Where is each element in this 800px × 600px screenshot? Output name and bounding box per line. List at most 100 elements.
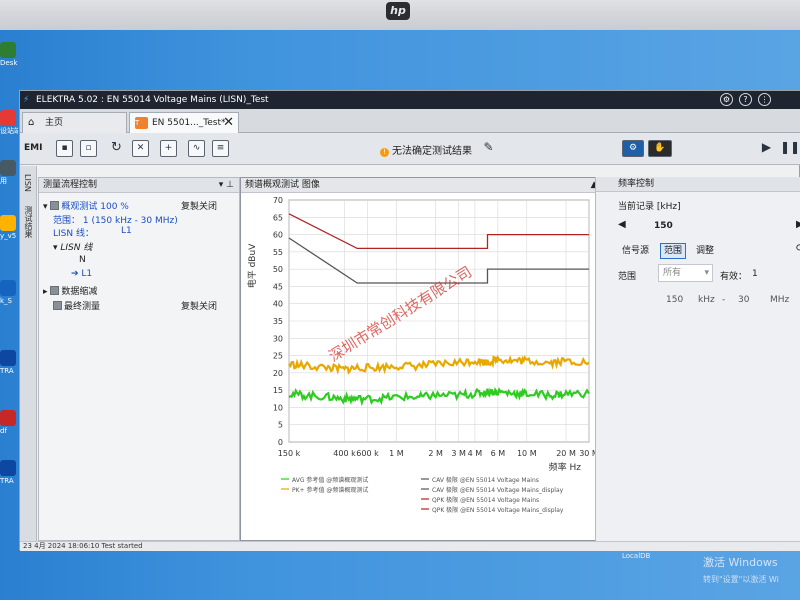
add-measure-icon[interactable]: + (160, 140, 177, 157)
freq-header: 频率控制 (596, 177, 800, 192)
prev-arrow-icon[interactable]: ◀ (618, 219, 626, 230)
desktop-icon-2[interactable]: 设站端 (0, 110, 18, 135)
flow-control-panel: 测量流程控制 ▾ ⊥ ▾ 概观测试 100 % 复製关闭 范围： 1 (150 … (38, 177, 240, 541)
start-unit: kHz (698, 295, 715, 305)
legend-entry: QPK 极限 @EN 55014 Voltage Mains (432, 496, 539, 504)
start-freq[interactable]: 150 (666, 295, 683, 305)
test-file-icon: T (135, 117, 148, 129)
desktop-icon-6[interactable]: TRA (0, 350, 18, 375)
dropdown-icon: ▾ (704, 268, 709, 278)
report-icon[interactable]: ≡ (212, 140, 229, 157)
title-bar: ⚡ ELEKTRA 5.02 : EN 55014 Voltage Mains … (20, 91, 800, 109)
checkbox-icon[interactable] (53, 301, 62, 310)
x-tick-label: 150 k (278, 449, 301, 458)
freq-control-panel: 频率控制 当前记录 [kHz] ◀ 150 ▶ 信号源 范围 调整 ⟳ 范围 所… (595, 177, 800, 541)
desktop-icon-5[interactable]: k_S (0, 280, 18, 305)
y-tick-label: 60 (273, 231, 283, 240)
desktop-icon-8[interactable]: TRA (0, 460, 18, 485)
overview-item[interactable]: ▾ 概观测试 100 % (43, 199, 129, 212)
app-icon (0, 215, 16, 231)
clear-icon[interactable]: ✕ (132, 140, 149, 157)
run-mode-icon[interactable]: ⚙ (622, 140, 644, 157)
tab-home[interactable]: ⌂ 主页 (22, 112, 127, 133)
more-icon[interactable]: ⋮ (758, 93, 771, 106)
side-tab-lisn[interactable]: LISN (23, 174, 32, 192)
app-window: ⚡ ELEKTRA 5.02 : EN 55014 Voltage Mains … (19, 90, 800, 551)
play-icon[interactable]: ▶ (758, 140, 775, 157)
y-tick-label: 55 (273, 248, 283, 257)
data-reduction-item[interactable]: ▸ 数据缩减 (43, 284, 97, 297)
x-tick-label: 10 M (517, 449, 537, 458)
final-action[interactable]: 复製关闭 (181, 299, 217, 312)
y-axis-label: 电平 dBuV (246, 243, 258, 288)
graph-icon[interactable]: ∿ (188, 140, 205, 157)
checkbox-icon[interactable] (50, 201, 60, 210)
y-tick-label: 35 (273, 317, 283, 326)
stop-unit: MHz (770, 295, 790, 305)
x-tick-label: 1 M (389, 449, 404, 458)
hand-mode-icon[interactable]: ✋ (648, 140, 672, 157)
app-icon (0, 42, 16, 58)
legend-entry: AVG 参考值 @频谱概观测试 (292, 476, 368, 484)
lisn-line-label: LISN 线： (53, 229, 94, 239)
x-tick-label: 20 M (556, 449, 576, 458)
range-dash: - (722, 295, 726, 305)
desktop-icon-1[interactable]: Desk (0, 42, 18, 67)
subtab-range[interactable]: 范围 (660, 243, 687, 259)
subtab-source[interactable]: 信号源 (618, 243, 653, 259)
desktop-icon-7[interactable]: df (0, 410, 18, 435)
home-icon: ⌂ (28, 117, 35, 128)
x-tick-label: 600 k (356, 449, 379, 458)
status-bar: 23 4月 2024 18:06:10 Test started (20, 541, 800, 551)
hp-logo: hp (386, 2, 410, 20)
save-icon[interactable]: ▪ (56, 140, 73, 157)
x-tick-label: 2 M (428, 449, 443, 458)
window-title: ELEKTRA 5.02 : EN 55014 Voltage Mains (L… (36, 95, 269, 105)
edit-pencil-icon[interactable]: ✎ (480, 140, 497, 157)
spectrum-chart[interactable]: 0 5 10 15 20 25 30 35 40 45 50 55 60 65 70 150 k 400 k 60… (241, 194, 613, 540)
sync-icon[interactable]: ⟳ (796, 243, 800, 254)
settings-icon[interactable]: ⚙ (720, 93, 733, 106)
legend-entry: QPK 极限 @EN 55014 Voltage Mains_display (432, 506, 564, 514)
final-measure-item[interactable]: 最终测量 (53, 299, 100, 312)
x-tick-label: 3 M (451, 449, 466, 458)
desktop-icon-3[interactable]: 用 (0, 160, 18, 185)
checkbox-icon[interactable] (50, 286, 60, 295)
app-icon (0, 160, 16, 176)
tab-test[interactable]: T EN 5501..._Test* ✕ (129, 112, 239, 133)
pause-icon[interactable]: ❚❚ (780, 140, 800, 157)
y-tick-label: 50 (273, 265, 283, 274)
graph-header: 频谱概观测试 图像 ▲ ✕ (241, 178, 613, 193)
lisn-group[interactable]: ▾ LISN 线 (53, 240, 92, 253)
legend-entry: PK+ 参考值 @频谱概观测试 (292, 486, 368, 494)
status-text: 23 4月 2024 18:06:10 Test started (23, 542, 143, 550)
side-tab-results[interactable]: 测试结果 (23, 206, 34, 238)
next-arrow-icon[interactable]: ▶ (796, 219, 800, 230)
close-tab-icon[interactable]: ✕ (223, 113, 234, 133)
y-tick-label: 25 (273, 352, 283, 361)
y-tick-label: 30 (273, 334, 283, 343)
title-bar-icons: ⚙ ? ⋮ (720, 93, 771, 106)
app-icon (0, 460, 16, 476)
x-tick-label: 400 k (333, 449, 356, 458)
range-select[interactable]: 所有 ▾ (658, 264, 713, 282)
legend-entry: CAV 极限 @EN 55014 Voltage Mains (432, 476, 539, 484)
current-record-label: 当前记录 [kHz] (618, 202, 681, 212)
pdf-icon (0, 410, 16, 426)
x-tick-label: 4 M (468, 449, 483, 458)
panel-menu-icon[interactable]: ▾ ⊥ (219, 178, 234, 193)
refresh-icon[interactable]: ↻ (108, 140, 125, 157)
legend-entry: CAV 极限 @EN 55014 Voltage Mains_display (432, 486, 564, 494)
help-icon[interactable]: ? (739, 93, 752, 106)
stop-freq[interactable]: 30 (738, 295, 749, 305)
subtab-adjust[interactable]: 调整 (692, 243, 718, 259)
save-as-icon[interactable]: ▫ (80, 140, 97, 157)
line-l1[interactable]: ➔ L1 (71, 269, 92, 279)
desktop-icon-4[interactable]: y_v5 (0, 215, 18, 240)
monitor-bezel: hp (0, 0, 800, 30)
range-label: 范围 (618, 272, 637, 282)
overview-action[interactable]: 复製关闭 (181, 199, 217, 212)
y-tick-label: 45 (273, 282, 283, 291)
y-tick-label: 0 (278, 438, 283, 447)
line-n[interactable]: N (79, 255, 86, 265)
